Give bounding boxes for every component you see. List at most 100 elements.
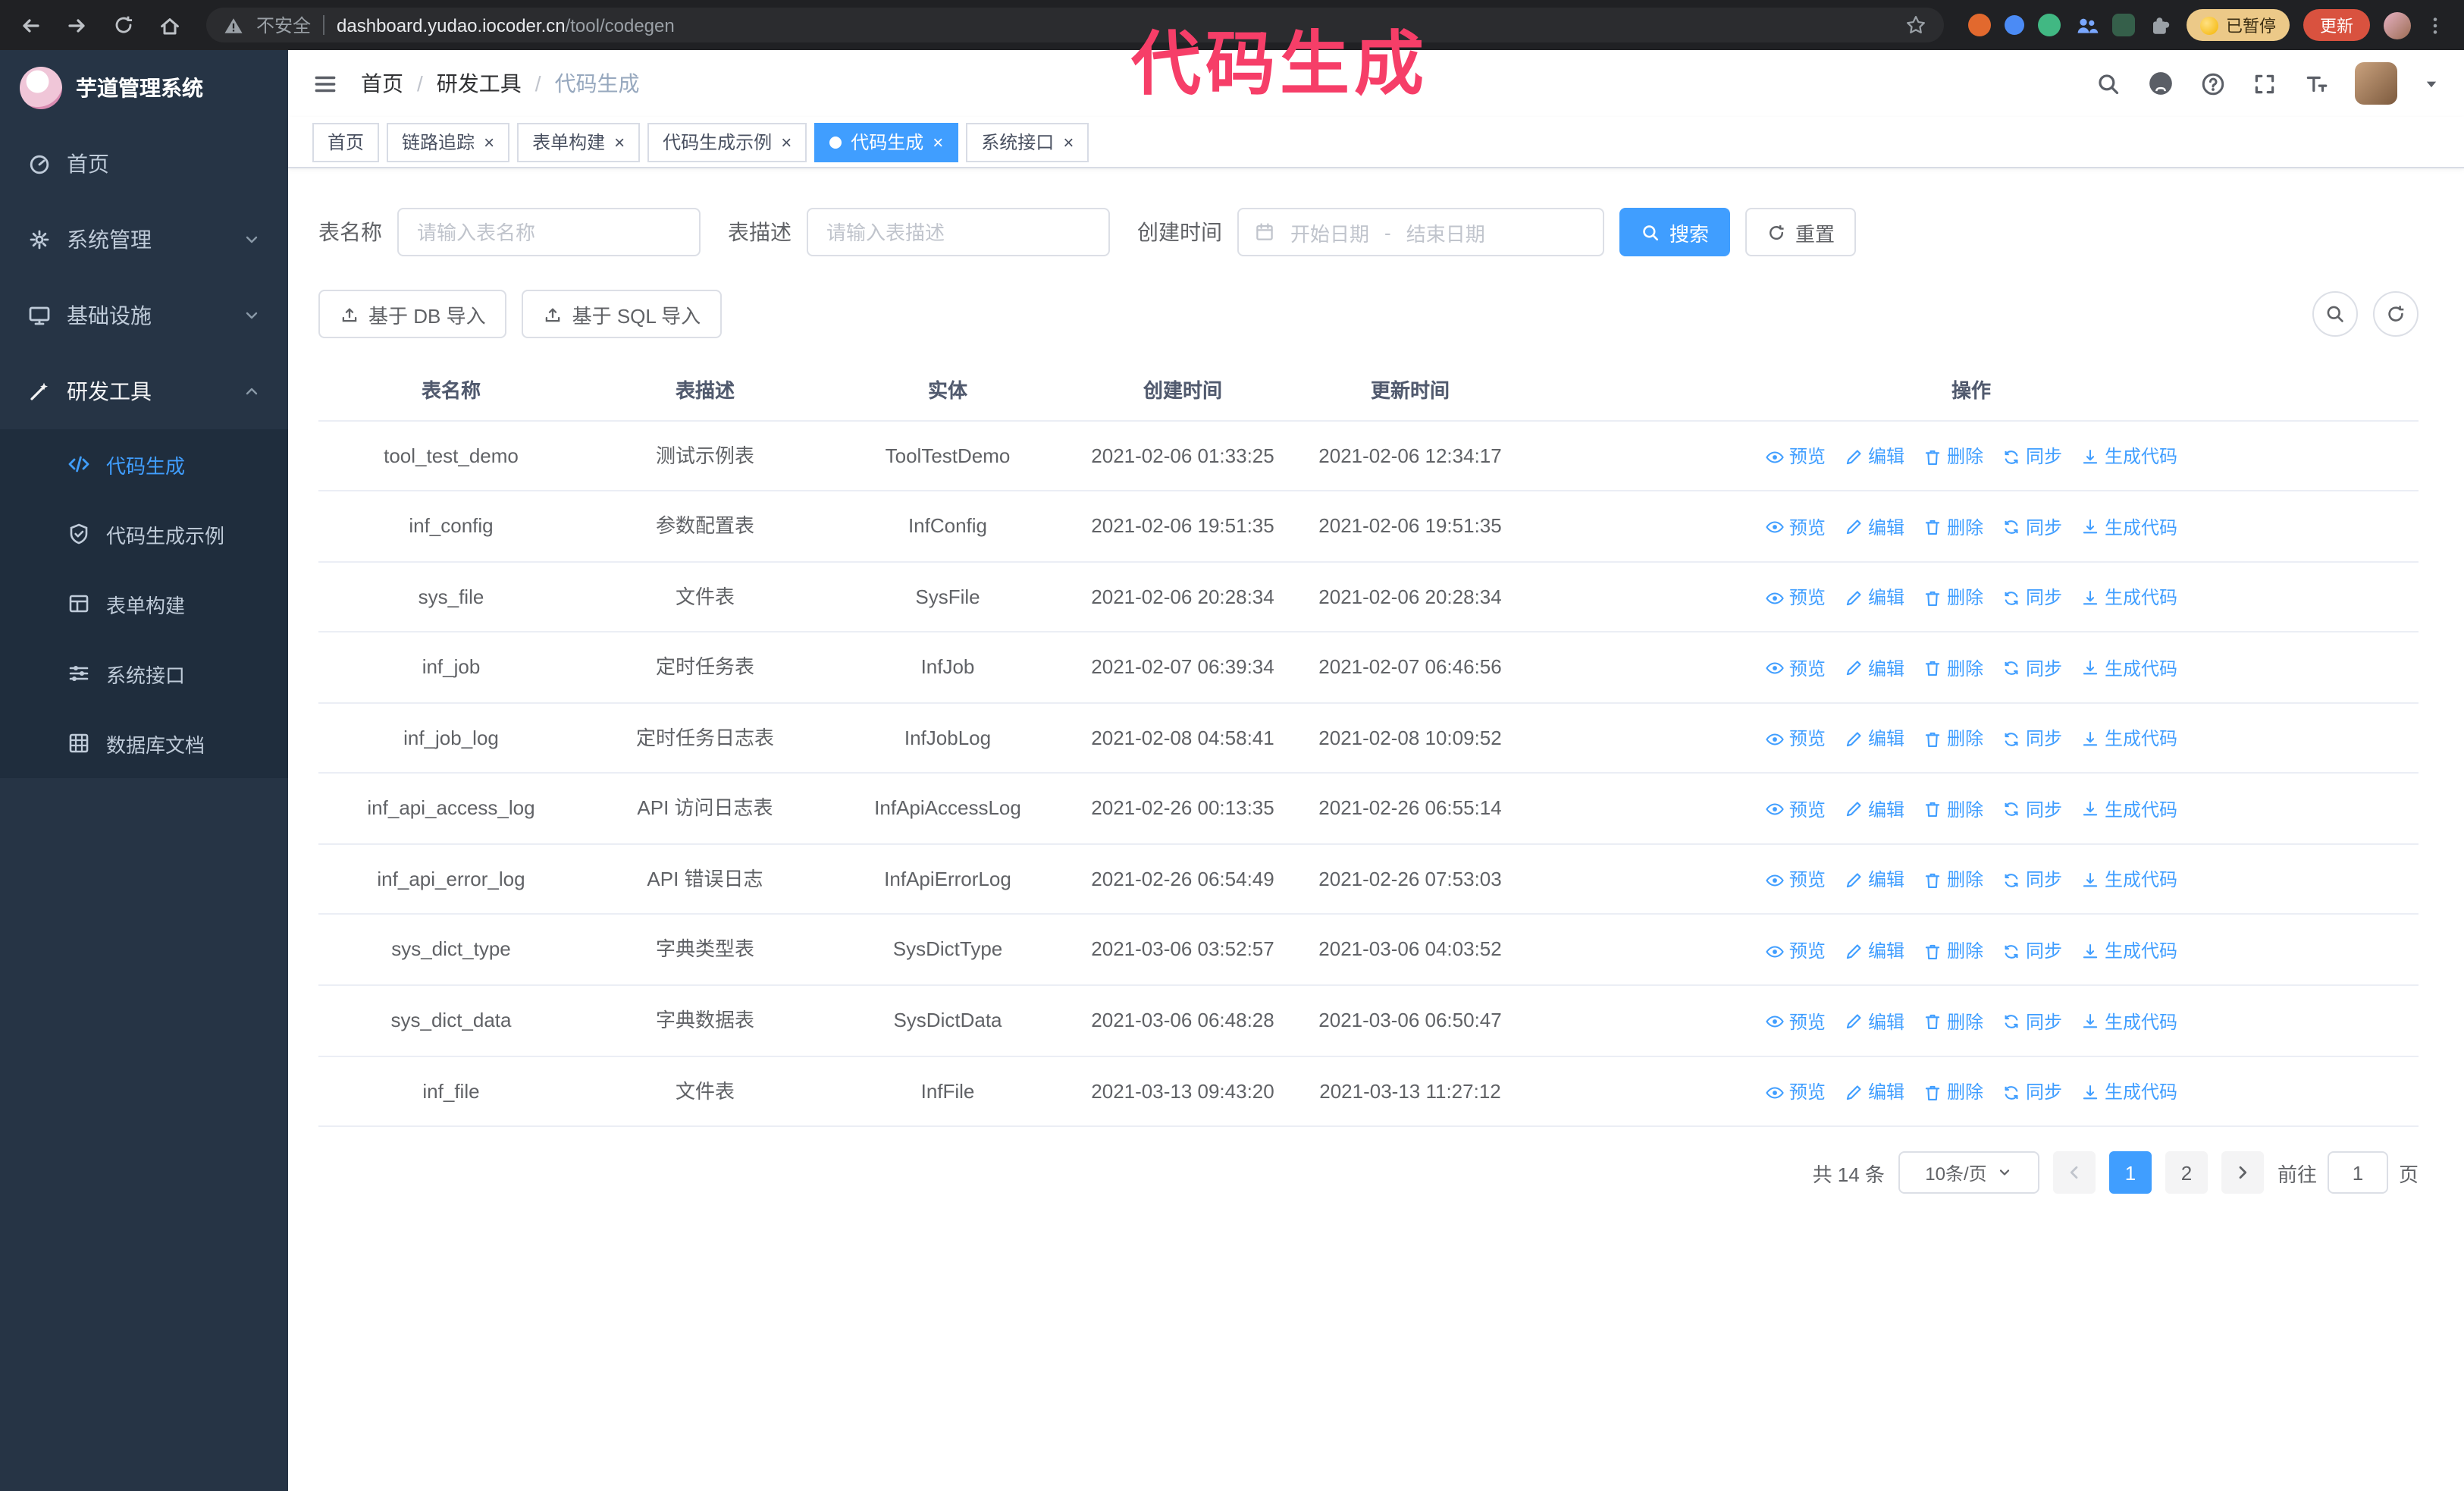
user-avatar[interactable] — [2355, 62, 2397, 105]
preview-link[interactable]: 预览 — [1765, 443, 1826, 470]
reset-button[interactable]: 重置 — [1745, 208, 1857, 256]
generate-code-link[interactable]: 生成代码 — [2080, 443, 2177, 470]
generate-code-link[interactable]: 生成代码 — [2080, 1078, 2177, 1106]
tab-codegen[interactable]: 代码生成 × — [814, 122, 959, 162]
help-icon[interactable] — [2200, 71, 2226, 96]
sidebar-item-form-builder[interactable]: 表单构建 — [0, 569, 288, 639]
paused-badge[interactable]: 已暂停 — [2187, 9, 2290, 41]
generate-code-link[interactable]: 生成代码 — [2080, 937, 2177, 965]
refresh-table-button[interactable] — [2373, 291, 2419, 337]
tab-close-icon[interactable]: × — [933, 133, 943, 151]
preview-link[interactable]: 预览 — [1765, 937, 1826, 965]
date-range-picker[interactable]: 开始日期 - 结束日期 — [1237, 208, 1604, 256]
tab-trace[interactable]: 链路追踪 × — [387, 122, 510, 162]
page-size-select[interactable]: 10条/页 — [1898, 1151, 2039, 1194]
delete-link[interactable]: 删除 — [1923, 726, 1983, 753]
vue-devtools-icon[interactable] — [2038, 14, 2061, 36]
font-size-icon[interactable] — [2303, 71, 2329, 96]
browser-profile-avatar[interactable] — [2384, 11, 2411, 39]
search-button[interactable]: 搜索 — [1619, 208, 1731, 256]
sidebar-item-infra[interactable]: 基础设施 — [0, 278, 288, 353]
tab-form-builder[interactable]: 表单构建 × — [517, 122, 641, 162]
generate-code-link[interactable]: 生成代码 — [2080, 867, 2177, 894]
github-icon[interactable] — [2147, 70, 2174, 97]
sidebar-item-codegen-example[interactable]: 代码生成示例 — [0, 499, 288, 569]
page-button-2[interactable]: 2 — [2165, 1151, 2208, 1194]
date-end-placeholder[interactable]: 结束日期 — [1406, 218, 1485, 246]
preview-link[interactable]: 预览 — [1765, 655, 1826, 683]
delete-link[interactable]: 删除 — [1923, 937, 1983, 965]
kebab-menu-icon[interactable] — [2425, 14, 2446, 36]
preview-link[interactable]: 预览 — [1765, 867, 1826, 894]
tab-close-icon[interactable]: × — [484, 133, 494, 151]
security-warning-icon[interactable] — [223, 14, 244, 36]
tab-home[interactable]: 首页 — [312, 122, 380, 162]
delete-link[interactable]: 删除 — [1923, 1008, 1983, 1035]
edit-link[interactable]: 编辑 — [1844, 726, 1904, 753]
sync-link[interactable]: 同步 — [2002, 655, 2062, 683]
sidebar-item-system[interactable]: 系统管理 — [0, 202, 288, 278]
url-text[interactable]: dashboard.yudao.iocoder.cn/tool/codegen — [337, 14, 1892, 36]
edit-link[interactable]: 编辑 — [1844, 513, 1904, 541]
prev-page-button[interactable] — [2052, 1151, 2096, 1194]
puzzle-extensions-icon[interactable] — [2149, 13, 2173, 37]
generate-code-link[interactable]: 生成代码 — [2080, 796, 2177, 824]
hamburger-icon[interactable] — [312, 71, 338, 96]
sync-link[interactable]: 同步 — [2002, 584, 2062, 611]
sidebar-item-codegen[interactable]: 代码生成 — [0, 429, 288, 499]
preview-link[interactable]: 预览 — [1765, 1078, 1826, 1106]
generate-code-link[interactable]: 生成代码 — [2080, 513, 2177, 541]
edit-link[interactable]: 编辑 — [1844, 1008, 1904, 1035]
tab-close-icon[interactable]: × — [1063, 133, 1074, 151]
import-db-button[interactable]: 基于 DB 导入 — [318, 290, 507, 338]
generate-code-link[interactable]: 生成代码 — [2080, 584, 2177, 611]
edit-link[interactable]: 编辑 — [1844, 796, 1904, 824]
logo-row[interactable]: 芋道管理系统 — [0, 50, 288, 126]
table-desc-input[interactable] — [807, 208, 1110, 256]
home-icon[interactable] — [158, 13, 182, 37]
tab-close-icon[interactable]: × — [781, 133, 792, 151]
sync-link[interactable]: 同步 — [2002, 1008, 2062, 1035]
bookmark-star-icon[interactable] — [1904, 14, 1927, 36]
generate-code-link[interactable]: 生成代码 — [2080, 726, 2177, 753]
sync-link[interactable]: 同步 — [2002, 726, 2062, 753]
tab-close-icon[interactable]: × — [614, 133, 625, 151]
delete-link[interactable]: 删除 — [1923, 1078, 1983, 1106]
preview-link[interactable]: 预览 — [1765, 513, 1826, 541]
table-name-input[interactable] — [397, 208, 701, 256]
preview-link[interactable]: 预览 — [1765, 1008, 1826, 1035]
extension-icon-green-square[interactable] — [2112, 14, 2135, 36]
address-bar[interactable]: 不安全 dashboard.yudao.iocoder.cn/tool/code… — [206, 8, 1944, 42]
extension-icon-orange[interactable] — [1968, 14, 1991, 36]
caret-down-icon[interactable] — [2423, 75, 2440, 92]
date-start-placeholder[interactable]: 开始日期 — [1290, 218, 1369, 246]
toggle-search-button[interactable] — [2312, 291, 2358, 337]
tab-codegen-example[interactable]: 代码生成示例 × — [647, 122, 807, 162]
sync-link[interactable]: 同步 — [2002, 796, 2062, 824]
security-label[interactable]: 不安全 — [256, 12, 311, 38]
delete-link[interactable]: 删除 — [1923, 867, 1983, 894]
delete-link[interactable]: 删除 — [1923, 655, 1983, 683]
breadcrumb-devtools[interactable]: 研发工具 — [437, 68, 522, 99]
preview-link[interactable]: 预览 — [1765, 584, 1826, 611]
delete-link[interactable]: 删除 — [1923, 513, 1983, 541]
sync-link[interactable]: 同步 — [2002, 513, 2062, 541]
people-extension-icon[interactable] — [2074, 13, 2099, 37]
sync-link[interactable]: 同步 — [2002, 443, 2062, 470]
forward-icon[interactable] — [65, 13, 89, 37]
back-icon[interactable] — [18, 13, 42, 37]
search-icon[interactable] — [2096, 71, 2121, 96]
chrome-update-button[interactable]: 更新 — [2303, 9, 2370, 41]
next-page-button[interactable] — [2221, 1151, 2264, 1194]
tab-api[interactable]: 系统接口 × — [966, 122, 1089, 162]
sidebar-item-db-doc[interactable]: 数据库文档 — [0, 708, 288, 778]
goto-page-input[interactable] — [2327, 1151, 2388, 1194]
sidebar-item-devtools[interactable]: 研发工具 — [0, 353, 288, 429]
sync-link[interactable]: 同步 — [2002, 937, 2062, 965]
edit-link[interactable]: 编辑 — [1844, 1078, 1904, 1106]
edit-link[interactable]: 编辑 — [1844, 443, 1904, 470]
page-button-1[interactable]: 1 — [2108, 1151, 2152, 1194]
delete-link[interactable]: 删除 — [1923, 796, 1983, 824]
sidebar-item-home[interactable]: 首页 — [0, 126, 288, 202]
fullscreen-icon[interactable] — [2252, 71, 2277, 96]
